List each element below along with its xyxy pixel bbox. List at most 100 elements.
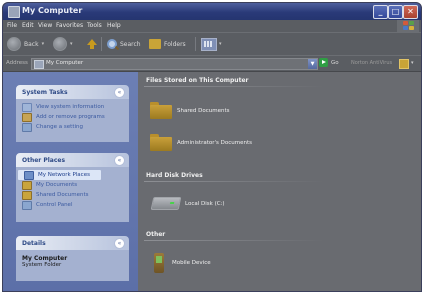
views-icon <box>201 37 217 51</box>
mobile-device-icon <box>154 253 164 273</box>
folders-button[interactable]: Folders <box>149 37 186 51</box>
collapse-chevron-icon[interactable]: « <box>114 87 125 98</box>
control-panel-icon <box>22 200 32 210</box>
task-pane: System Tasks « View system information A… <box>3 72 138 291</box>
explorer-window: My Computer _ □ ✕ File Edit View Favorit… <box>2 2 422 292</box>
address-bar: Address My Computer ▼ Go Norton AntiViru… <box>3 56 421 72</box>
views-dropdown-icon: ▾ <box>219 41 222 47</box>
folders-label: Folders <box>164 40 186 48</box>
norton-antivirus-label: Norton AntiVirus <box>351 60 393 66</box>
search-icon <box>107 39 117 49</box>
section-divider <box>144 240 324 241</box>
system-tasks-panel: System Tasks « View system information A… <box>16 85 129 142</box>
forward-arrow-icon <box>53 37 67 51</box>
my-computer-icon <box>8 6 20 18</box>
control-panel-icon <box>22 122 32 132</box>
menu-help[interactable]: Help <box>107 22 121 29</box>
place-control-panel[interactable]: Control Panel <box>16 200 129 210</box>
back-arrow-icon <box>7 37 21 51</box>
forward-button[interactable]: ▾ <box>53 37 73 51</box>
window-title: My Computer <box>22 6 83 15</box>
folder-icon <box>150 102 172 119</box>
place-label: Shared Documents <box>36 192 89 198</box>
standard-toolbar: Back ▾ ▾ Search Folders ▾ <box>3 33 421 56</box>
my-computer-icon <box>34 60 44 69</box>
views-button[interactable]: ▾ <box>201 37 222 51</box>
place-my-documents[interactable]: My Documents <box>16 180 129 190</box>
go-arrow-icon[interactable] <box>319 58 328 67</box>
toolbar-separator <box>101 37 102 51</box>
system-info-icon <box>22 102 32 112</box>
place-label: My Documents <box>36 182 78 188</box>
device-item-mobile-device[interactable]: Mobile Device <box>148 253 211 273</box>
task-view-system-information[interactable]: View system information <box>16 102 129 112</box>
title-bar[interactable]: My Computer _ □ ✕ <box>3 3 421 20</box>
details-title: Details <box>22 240 46 247</box>
back-label: Back <box>24 40 39 48</box>
toolbar-separator <box>195 37 196 51</box>
collapse-chevron-icon[interactable]: « <box>114 238 125 249</box>
other-places-header[interactable]: Other Places « <box>16 153 129 167</box>
task-change-a-setting[interactable]: Change a setting <box>16 122 129 132</box>
forward-dropdown-icon: ▾ <box>70 41 73 47</box>
maximize-button[interactable]: □ <box>388 5 403 19</box>
task-label: Change a setting <box>36 124 83 130</box>
place-my-network-places[interactable]: My Network Places <box>18 170 101 180</box>
address-label: Address <box>6 60 28 66</box>
section-divider <box>144 86 324 87</box>
section-title: Other <box>146 231 166 238</box>
place-label: Control Panel <box>36 202 73 208</box>
other-places-panel: Other Places « My Network Places My Docu… <box>16 153 129 222</box>
system-tasks-title: System Tasks <box>22 89 68 96</box>
close-button[interactable]: ✕ <box>403 5 418 19</box>
network-places-icon <box>24 170 34 180</box>
hard-disk-icon <box>150 197 182 210</box>
place-label: My Network Places <box>38 172 90 178</box>
address-field[interactable]: My Computer ▼ <box>31 58 318 70</box>
address-dropdown-button[interactable]: ▼ <box>308 59 317 69</box>
folder-icon <box>150 134 172 151</box>
minimize-button[interactable]: _ <box>373 5 388 19</box>
menu-edit[interactable]: Edit <box>22 22 34 29</box>
item-label: Administrator's Documents <box>177 139 252 146</box>
other-places-title: Other Places <box>22 157 66 164</box>
folder-item-shared-documents[interactable]: Shared Documents <box>150 102 229 119</box>
norton-icon[interactable] <box>399 59 409 69</box>
back-dropdown-icon: ▾ <box>41 41 45 47</box>
task-label: View system information <box>36 104 105 110</box>
drive-item-local-disk-c[interactable]: Local Disk (C:) <box>150 197 225 210</box>
item-label: Mobile Device <box>172 260 211 266</box>
details-panel: Details « My Computer System Folder <box>16 236 129 281</box>
system-tasks-header[interactable]: System Tasks « <box>16 85 129 99</box>
folder-icon <box>22 190 32 200</box>
address-value: My Computer <box>46 60 84 66</box>
go-button[interactable]: Go <box>331 60 339 66</box>
up-folder-icon <box>85 38 97 50</box>
task-add-remove-programs[interactable]: Add or remove programs <box>16 112 129 122</box>
folder-icon <box>22 180 32 190</box>
add-remove-programs-icon <box>22 112 32 122</box>
item-label: Local Disk (C:) <box>185 200 225 207</box>
search-label: Search <box>120 40 141 48</box>
details-name: My Computer <box>22 255 68 262</box>
menu-bar: File Edit View Favorites Tools Help <box>3 20 421 33</box>
folder-item-administrators-documents[interactable]: Administrator's Documents <box>150 134 252 151</box>
norton-dropdown-icon[interactable]: ▾ <box>411 60 414 66</box>
up-button[interactable] <box>85 37 99 51</box>
menu-file[interactable]: File <box>7 22 17 29</box>
folders-icon <box>149 39 161 49</box>
place-shared-documents[interactable]: Shared Documents <box>16 190 129 200</box>
details-subtitle: System Folder <box>22 262 62 268</box>
section-divider <box>144 181 324 182</box>
windows-logo-icon <box>397 20 419 32</box>
back-button[interactable]: Back ▾ <box>7 37 44 51</box>
section-title: Hard Disk Drives <box>146 172 203 179</box>
search-button[interactable]: Search <box>107 37 141 51</box>
menu-tools[interactable]: Tools <box>87 22 102 29</box>
collapse-chevron-icon[interactable]: « <box>114 155 125 166</box>
item-label: Shared Documents <box>177 107 230 114</box>
menu-favorites[interactable]: Favorites <box>56 22 83 29</box>
section-title: Files Stored on This Computer <box>146 77 249 84</box>
menu-view[interactable]: View <box>38 22 52 29</box>
details-header[interactable]: Details « <box>16 236 129 250</box>
